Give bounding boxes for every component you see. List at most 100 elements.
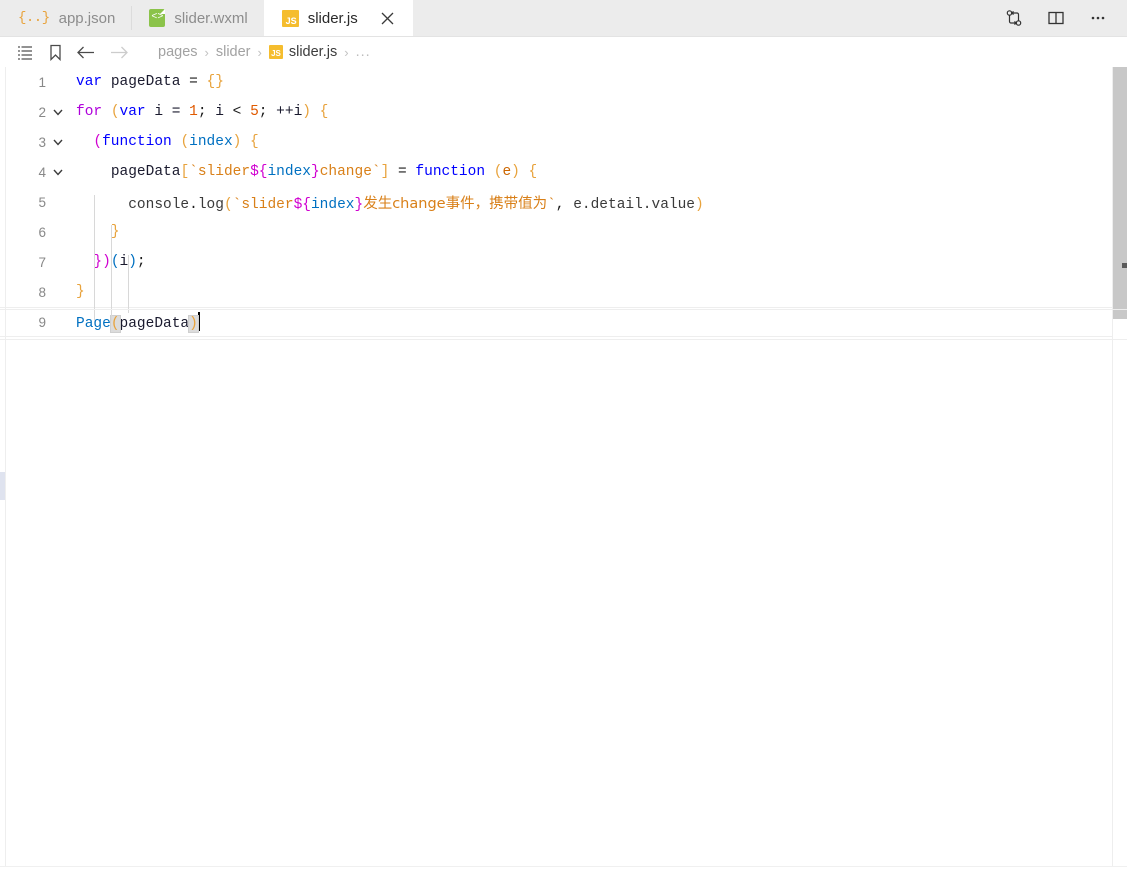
token-paren-open-matched: ( xyxy=(109,315,121,333)
line-number: 2 xyxy=(38,104,46,120)
token-paren-close: ) xyxy=(128,254,137,270)
token-paren-close-matched: ) xyxy=(188,315,199,333)
tab-slider-wxml[interactable]: <> slider.wxml xyxy=(131,0,263,36)
token-string-slider: slider xyxy=(241,196,294,213)
line-number: 6 xyxy=(38,224,46,240)
line-number: 5 xyxy=(38,194,46,210)
editor-left-strip-marker xyxy=(0,472,5,500)
token-dot: . xyxy=(189,196,198,213)
code-line[interactable]: 5 console.log(` slider${index}发生change事件，… xyxy=(0,187,1127,217)
token-brace-open: { xyxy=(241,134,259,150)
token-backtick: ` xyxy=(371,164,381,180)
vertical-scrollbar-thumb[interactable] xyxy=(1113,67,1127,319)
token-keyword-for: for xyxy=(76,104,103,120)
breadcrumb-item-label: slider.js xyxy=(288,44,338,60)
more-actions-icon[interactable] xyxy=(1087,7,1109,29)
token-loop-init: i = xyxy=(145,104,190,120)
indent-guide xyxy=(94,195,95,321)
token-string-cjk: 发生change事件，携带值为 xyxy=(363,195,548,212)
breadcrumb-item-pages[interactable]: pages xyxy=(158,44,198,60)
token-less-than: < xyxy=(223,104,251,120)
code-line[interactable]: 1 var pageData = {} xyxy=(0,67,1127,97)
fold-chevron-down-icon[interactable] xyxy=(46,106,70,118)
vertical-scrollbar-track[interactable] xyxy=(1113,67,1127,891)
code-line-text[interactable]: pageData[`slider${index}change`] = funct… xyxy=(70,164,537,180)
token-equals: = xyxy=(180,74,207,90)
breadcrumb-bar: pages › slider › JS slider.js › ... xyxy=(0,37,1127,67)
js-file-icon: JS xyxy=(268,45,283,59)
fold-chevron-down-icon[interactable] xyxy=(46,166,70,178)
close-icon[interactable] xyxy=(379,9,397,27)
token-template-close: } xyxy=(354,196,364,213)
code-line[interactable]: 8 } xyxy=(0,277,1127,307)
breadcrumb-separator: › xyxy=(257,44,262,60)
tab-label: app.json xyxy=(58,9,116,27)
bookmark-icon[interactable] xyxy=(42,39,68,65)
token-braces: {} xyxy=(206,74,224,90)
breadcrumb-item-slider-js[interactable]: JS slider.js xyxy=(268,44,338,60)
fold-chevron-down-icon[interactable] xyxy=(46,136,70,148)
code-editor[interactable]: 1 var pageData = {} 2 for (var i = 1; i … xyxy=(0,67,1127,891)
token-object-console: console xyxy=(128,196,190,213)
token-argument-pagedata: pageData xyxy=(119,316,190,332)
breadcrumb-overflow[interactable]: ... xyxy=(356,44,371,60)
code-line-text[interactable]: })(i); xyxy=(70,254,146,270)
code-line-text[interactable]: (function (index) { xyxy=(70,134,259,150)
token-paren-close: ) xyxy=(102,254,111,270)
token-method-log: log xyxy=(197,196,224,213)
split-editor-icon[interactable] xyxy=(1045,7,1067,29)
forward-arrow-icon xyxy=(106,39,132,65)
tab-label: slider.wxml xyxy=(174,9,248,27)
code-line[interactable]: 4 pageData[`slider${index}change`] = fun… xyxy=(0,157,1127,187)
token-paren-open-inner: ( xyxy=(180,134,190,150)
code-line-text[interactable]: var pageData = {} xyxy=(70,74,224,90)
token-argument-i: i xyxy=(119,254,129,270)
code-line-text[interactable]: Page(pageData) xyxy=(70,312,200,333)
code-line[interactable]: 2 for (var i = 1; i < 5; ++i) { xyxy=(0,97,1127,127)
code-line-active[interactable]: 9 Page(pageData) xyxy=(0,307,1127,337)
token-paren-close: ) xyxy=(695,196,704,213)
code-line[interactable]: 3 (function (index) { xyxy=(0,127,1127,157)
token-keyword-var: var xyxy=(76,74,103,90)
token-semicolon: ; xyxy=(136,254,146,270)
overview-ruler-cursor-mark xyxy=(1122,263,1127,268)
token-param-index: index xyxy=(189,134,233,150)
code-line[interactable]: 7 })(i); xyxy=(0,247,1127,277)
token-backtick: ` xyxy=(547,196,556,213)
token-number-5: 5 xyxy=(250,104,259,120)
token-string-change: change xyxy=(319,164,372,180)
code-line-text[interactable]: console.log(` slider${index}发生change事件，携带… xyxy=(70,192,704,213)
source-control-icon[interactable] xyxy=(1003,7,1025,29)
token-increment: ++i xyxy=(276,104,303,120)
tab-app-json[interactable]: {..} app.json xyxy=(0,0,131,36)
code-line-text[interactable]: } xyxy=(70,284,85,300)
code-content[interactable]: 1 var pageData = {} 2 for (var i = 1; i … xyxy=(0,67,1127,337)
breadcrumb-separator: › xyxy=(204,44,209,60)
back-arrow-icon[interactable] xyxy=(72,39,98,65)
line-number: 7 xyxy=(38,254,46,270)
token-keyword-var: var xyxy=(119,104,146,120)
editor-rule-line xyxy=(0,339,1127,340)
line-number: 9 xyxy=(38,314,46,330)
line-number: 4 xyxy=(38,164,46,180)
tab-bar-actions xyxy=(1003,0,1127,36)
breadcrumb-separator: › xyxy=(344,44,349,60)
json-file-icon: {..} xyxy=(18,10,50,26)
token-identifier-pagedata: pageData xyxy=(110,164,181,180)
token-backtick: ` xyxy=(189,164,198,180)
token-template-open: ${ xyxy=(293,196,311,213)
token-semicolon: ; xyxy=(197,104,216,120)
tab-slider-js[interactable]: JS slider.js xyxy=(263,0,413,36)
code-line-text[interactable]: for (var i = 1; i < 5; ++i) { xyxy=(70,104,328,120)
token-brace-close: } xyxy=(76,284,85,300)
wxml-file-icon: <> xyxy=(149,9,166,27)
breadcrumb-item-slider[interactable]: slider xyxy=(216,44,251,60)
token-identifier-i: i xyxy=(215,104,224,120)
editor-window: {..} app.json <> slider.wxml JS slider.j… xyxy=(0,0,1127,891)
token-template-var-index: index xyxy=(310,196,355,213)
token-keyword-function: function xyxy=(415,164,486,180)
outline-list-icon[interactable] xyxy=(12,39,38,65)
code-line[interactable]: 6 } xyxy=(0,217,1127,247)
